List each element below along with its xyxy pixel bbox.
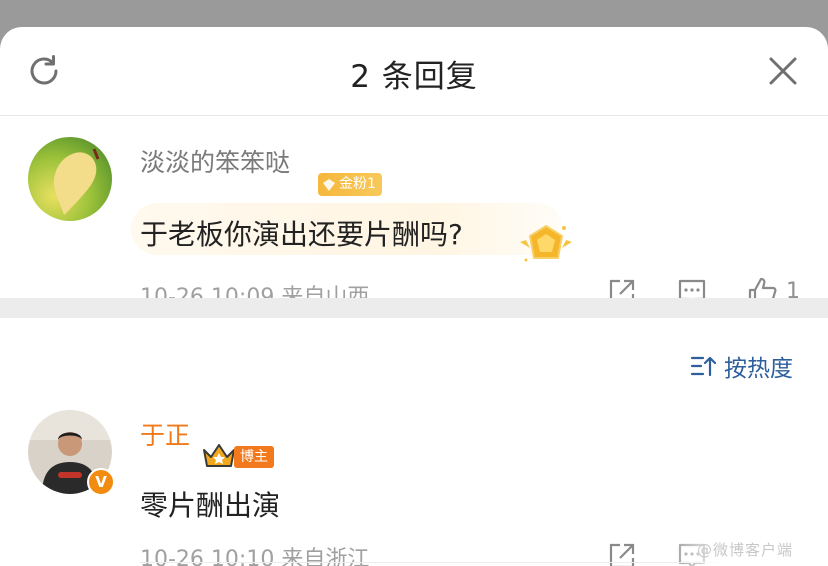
reply-sheet: 2 条回复 淡淡的笨笨哒 金粉1 于老板你演出还要片酬吗? 1 按热度 V 于正… xyxy=(0,27,828,566)
sort-label: 按热度 xyxy=(724,356,793,382)
page-title: 2 条回复 xyxy=(350,59,478,95)
comment-text: 于老板你演出还要片酬吗? xyxy=(140,218,463,251)
comment-text: 零片酬出演 xyxy=(140,489,281,522)
avatar[interactable]: V xyxy=(28,410,115,496)
medal-icon xyxy=(520,224,572,262)
crown-icon xyxy=(203,444,235,467)
sheet-header: 2 条回复 xyxy=(0,27,828,116)
comment-item: 淡淡的笨笨哒 金粉1 于老板你演出还要片酬吗? 10-26 10:09 来自山西… xyxy=(0,116,828,310)
badge-label: 金粉1 xyxy=(339,176,376,192)
verified-icon: V xyxy=(87,468,115,496)
sort-button[interactable]: 按热度 xyxy=(690,349,793,383)
close-icon[interactable] xyxy=(766,54,800,88)
watermark: @微博客户端 xyxy=(697,541,794,559)
gem-icon xyxy=(323,178,335,191)
username[interactable]: 于正 xyxy=(140,416,190,452)
fan-level-badge: 金粉1 xyxy=(318,173,382,196)
blogger-badge: 博主 xyxy=(234,446,274,468)
username[interactable]: 淡淡的笨笨哒 xyxy=(140,143,290,179)
avatar[interactable] xyxy=(28,137,112,221)
section-divider xyxy=(0,298,828,318)
sort-icon xyxy=(690,356,716,377)
